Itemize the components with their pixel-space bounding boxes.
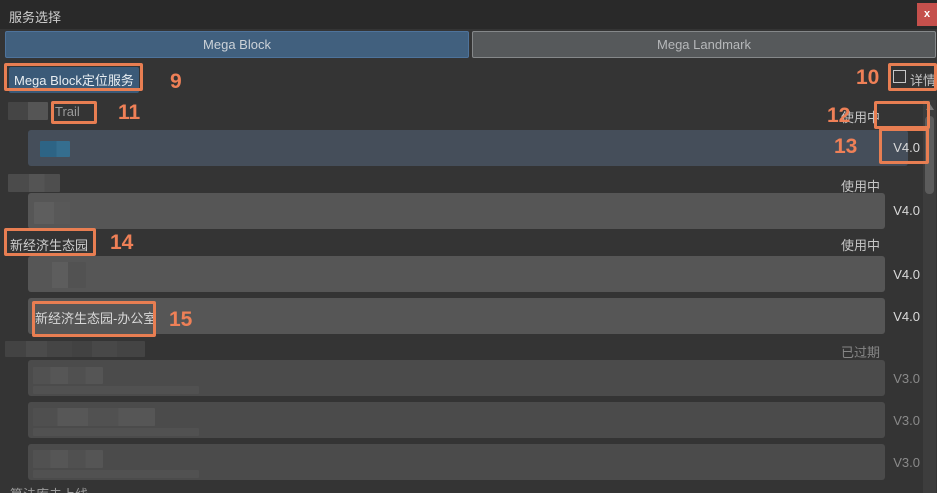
- redacted-block: [8, 174, 60, 192]
- redacted-block: [34, 262, 86, 288]
- row-version: V4.0: [893, 309, 920, 324]
- tab-mega-landmark[interactable]: Mega Landmark: [472, 31, 936, 58]
- clipped-group-name: 算法库未上线: [10, 484, 88, 493]
- scroll-up-icon[interactable]: [926, 104, 934, 110]
- service-row[interactable]: [28, 402, 885, 438]
- redacted-block: [34, 202, 70, 224]
- redacted-block: [33, 450, 103, 468]
- row-version: V4.0: [893, 267, 920, 282]
- row-label: 新经济生态园-办公室: [35, 311, 157, 326]
- group-header[interactable]: 已过期: [0, 339, 923, 361]
- redacted-block: [33, 408, 155, 426]
- close-button[interactable]: x: [917, 3, 937, 26]
- details-checkbox-label[interactable]: 详情: [910, 70, 936, 89]
- group-header[interactable]: Trail 使用中: [0, 100, 923, 125]
- service-row[interactable]: [28, 444, 885, 480]
- service-row[interactable]: 新经济生态园-办公室: [28, 298, 885, 334]
- details-checkbox[interactable]: [893, 70, 906, 83]
- tab-mega-block[interactable]: Mega Block: [5, 31, 469, 58]
- annotation-number-9: 9: [170, 70, 182, 93]
- redacted-block: [33, 470, 199, 478]
- service-row[interactable]: [28, 256, 885, 292]
- redacted-block: [5, 341, 145, 357]
- row-version: V3.0: [893, 413, 920, 428]
- redacted-block: [8, 102, 48, 120]
- service-selection-dialog: 服务选择 x Mega Block Mega Landmark Mega Blo…: [0, 0, 937, 493]
- title-bar: [0, 0, 937, 29]
- redacted-block: [33, 428, 199, 436]
- redacted-block: [40, 141, 70, 157]
- scrollbar-thumb[interactable]: [925, 116, 934, 194]
- group-status: 使用中: [840, 110, 880, 125]
- service-row[interactable]: [28, 193, 885, 229]
- dialog-title: 服务选择: [9, 10, 62, 25]
- group-status: 已过期: [840, 345, 880, 360]
- service-type-label[interactable]: Mega Block定位服务: [9, 67, 139, 93]
- group-header[interactable]: 新经济生态园 使用中: [0, 232, 923, 256]
- group-status: 使用中: [840, 238, 880, 253]
- row-version: V3.0: [893, 371, 920, 386]
- row-version: V3.0: [893, 455, 920, 470]
- redacted-block: [33, 386, 199, 394]
- group-name: Trail: [55, 104, 80, 119]
- group-name: 新经济生态园: [10, 238, 89, 253]
- redacted-block: [33, 367, 103, 384]
- row-version: V4.0: [893, 140, 920, 155]
- row-version: V4.0: [893, 203, 920, 218]
- service-row-selected[interactable]: [28, 130, 908, 166]
- service-row[interactable]: [28, 360, 885, 396]
- annotation-number-10: 10: [856, 66, 880, 89]
